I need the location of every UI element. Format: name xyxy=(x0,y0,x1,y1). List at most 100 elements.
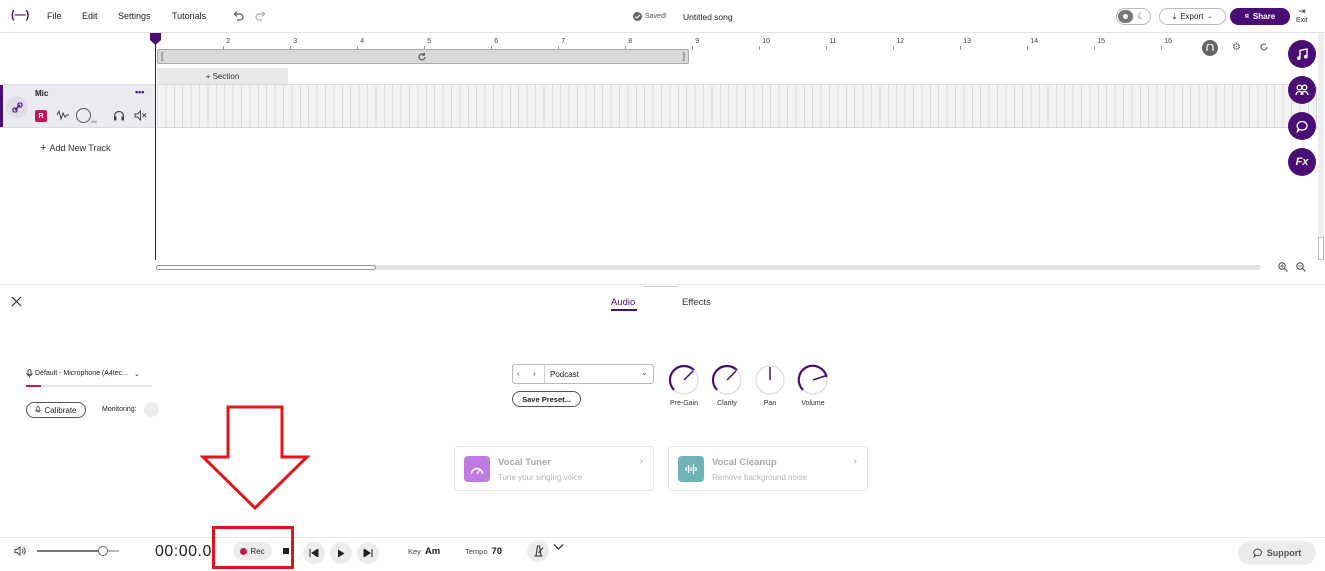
key-label: Key xyxy=(408,547,421,556)
exit-button[interactable]: ⇥ Exit xyxy=(1296,6,1308,24)
horizontal-scroll-thumb[interactable] xyxy=(156,265,376,270)
tab-audio[interactable]: Audio xyxy=(611,297,635,308)
tempo-display[interactable]: Tempo 70 xyxy=(465,546,502,557)
app-logo[interactable]: (—) xyxy=(11,9,29,21)
close-icon[interactable] xyxy=(11,296,22,307)
vocal-cleanup-subtitle: Remove background noise xyxy=(712,473,808,482)
settings-icon[interactable]: ⚙ xyxy=(1232,42,1241,53)
preset-value: Podcast xyxy=(550,370,579,379)
ruler-tick-label: 8 xyxy=(628,38,633,45)
metronome-button[interactable] xyxy=(527,540,549,562)
tab-effects[interactable]: Effects xyxy=(682,297,711,308)
metronome-icon xyxy=(534,545,543,557)
headphones-icon[interactable] xyxy=(113,110,125,121)
share-label: Share xyxy=(1252,12,1276,21)
vocal-tuner-card[interactable]: Vocal Tuner Tune your singing voice › xyxy=(454,446,654,491)
zoom-out-icon[interactable] xyxy=(1296,262,1306,272)
key-display[interactable]: Key Am xyxy=(408,546,440,557)
monitoring-toggle[interactable] xyxy=(144,402,159,417)
ruler-tick-mark xyxy=(893,46,895,50)
preset-selector[interactable]: ‹ › Podcast ⌄ xyxy=(512,364,654,384)
metronome-view-icon[interactable] xyxy=(1202,40,1218,56)
preset-prev-icon[interactable]: ‹ xyxy=(517,369,520,378)
ruler-tick-label: 4 xyxy=(360,38,365,45)
loop-region[interactable]: [ ] xyxy=(157,49,689,64)
cleanup-icon xyxy=(678,456,704,482)
volume-knob-panel[interactable] xyxy=(797,364,829,396)
exit-icon: ⇥ xyxy=(1298,6,1306,16)
play-button[interactable] xyxy=(330,542,352,564)
timeline-ruler[interactable]: 2 3 4 5 6 7 8 9 10 11 12 13 14 15 16 xyxy=(156,33,1206,50)
ruler-tick-label: 3 xyxy=(293,38,298,45)
chevron-down-icon[interactable] xyxy=(553,543,564,551)
export-button[interactable]: ⤓ Export ⌄ xyxy=(1159,8,1226,25)
rewind-button[interactable] xyxy=(303,542,325,564)
add-section-button[interactable]: + Section xyxy=(157,68,288,84)
exit-label: Exit xyxy=(1296,17,1308,24)
add-new-track-button[interactable]: + Add New Track xyxy=(40,142,110,154)
collab-icon[interactable] xyxy=(1288,76,1316,104)
chevron-right-icon: › xyxy=(639,456,643,467)
volume-knob[interactable] xyxy=(76,108,91,123)
input-device-select[interactable]: Default - Microphone (A4tec... ⌄ xyxy=(26,369,140,378)
support-chat-icon xyxy=(1253,548,1263,558)
ruler-tick-mark xyxy=(692,46,694,50)
save-preset-button[interactable]: Save Preset... xyxy=(512,391,581,407)
preset-divider xyxy=(544,365,545,383)
record-arm-button[interactable]: R xyxy=(35,110,47,122)
pan-knob[interactable] xyxy=(754,364,786,396)
menu-edit[interactable]: Edit xyxy=(82,11,98,21)
ruler-tick-mark xyxy=(1161,46,1163,50)
waveform-icon[interactable] xyxy=(56,109,70,121)
vocal-cleanup-card[interactable]: Vocal Cleanup Remove background noise › xyxy=(668,446,868,491)
track-more-button[interactable]: ••• xyxy=(135,87,144,97)
ruler-tick-mark xyxy=(826,46,828,50)
menu-file[interactable]: File xyxy=(47,11,62,21)
preset-next-icon[interactable]: › xyxy=(533,369,536,378)
mute-icon[interactable] xyxy=(134,110,147,121)
forward-button[interactable] xyxy=(357,542,379,564)
master-volume-thumb[interactable] xyxy=(97,546,108,556)
add-new-track-label: Add New Track xyxy=(49,143,111,153)
vertical-scroll-thumb[interactable] xyxy=(1318,237,1324,260)
clarity-knob[interactable] xyxy=(711,364,743,396)
tempo-label: Tempo xyxy=(465,547,488,556)
track-header-mic[interactable]: Mic ••• R Vol xyxy=(0,84,155,128)
menu-tutorials[interactable]: Tutorials xyxy=(172,11,206,21)
support-label: Support xyxy=(1266,548,1302,558)
chevron-down-icon: ⌄ xyxy=(641,368,648,377)
loop-start-handle[interactable]: [ xyxy=(161,51,164,61)
song-title[interactable]: Untitled song xyxy=(683,12,733,22)
speaker-icon[interactable] xyxy=(14,546,26,556)
ruler-tick-mark xyxy=(759,46,761,50)
track-color-bar xyxy=(0,85,3,127)
theme-toggle[interactable]: ☾ xyxy=(1116,8,1151,25)
track-panel xyxy=(0,284,1325,537)
chat-icon[interactable] xyxy=(1288,112,1316,140)
panel-drag-handle[interactable] xyxy=(644,286,678,287)
pregain-knob[interactable] xyxy=(668,364,700,396)
input-level-meter xyxy=(26,385,152,387)
volume-label: Volume xyxy=(801,400,825,407)
vertical-scrollbar[interactable] xyxy=(1318,33,1324,238)
annotation-box xyxy=(212,526,294,569)
calibrate-label: Calibrate xyxy=(44,405,77,415)
track-name[interactable]: Mic xyxy=(35,89,48,98)
link-icon[interactable] xyxy=(6,96,28,118)
vocal-tuner-title: Vocal Tuner xyxy=(498,457,551,468)
support-button[interactable]: Support xyxy=(1238,541,1316,565)
fx-icon[interactable]: Fx xyxy=(1288,148,1316,176)
share-button[interactable]: ᴙ Share xyxy=(1230,8,1290,25)
undo-icon[interactable] xyxy=(232,10,244,22)
reset-view-icon[interactable] xyxy=(1259,42,1269,52)
track-lane-mic[interactable] xyxy=(157,84,1317,128)
rewind-icon xyxy=(309,549,319,557)
zoom-in-icon[interactable] xyxy=(1278,262,1288,272)
menu-settings[interactable]: Settings xyxy=(118,11,151,21)
time-display: 00:00.0 xyxy=(155,543,212,560)
loop-end-handle[interactable]: ] xyxy=(682,51,685,61)
music-note-icon[interactable] xyxy=(1288,40,1316,68)
calibrate-button[interactable]: Calibrate xyxy=(26,402,86,418)
redo-icon[interactable] xyxy=(255,10,267,22)
vocal-cleanup-title: Vocal Cleanup xyxy=(712,457,777,468)
